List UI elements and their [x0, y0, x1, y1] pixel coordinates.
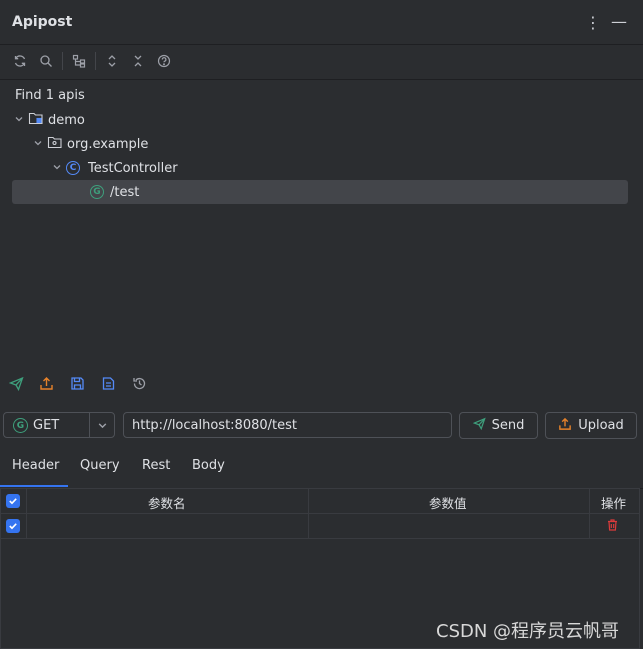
send-button-label: Send — [491, 418, 525, 433]
column-divider — [308, 514, 309, 539]
table-header-row — [0, 489, 640, 514]
chevron-down-icon[interactable] — [52, 162, 66, 175]
upload-icon — [558, 417, 572, 435]
column-divider — [26, 514, 27, 539]
upload-button[interactable]: Upload — [545, 412, 637, 439]
chevron-down-icon[interactable] — [97, 420, 108, 435]
module-folder-icon — [28, 111, 48, 129]
url-input[interactable]: http://localhost:8080/test — [123, 412, 452, 438]
chevron-down-icon[interactable] — [14, 114, 28, 127]
document-icon[interactable] — [101, 376, 117, 392]
select-all-checkbox[interactable] — [6, 494, 20, 508]
tree-node-controller[interactable]: C TestController — [52, 156, 178, 180]
method-value: GET — [33, 418, 60, 433]
toolbar-separator — [62, 52, 63, 70]
expand-all-icon[interactable] — [103, 52, 121, 70]
send-plane-icon[interactable] — [8, 376, 25, 392]
tab-query[interactable]: Query — [80, 458, 120, 473]
toolbar — [0, 45, 643, 80]
column-divider — [26, 489, 27, 514]
chevron-down-icon[interactable] — [33, 138, 47, 151]
select-divider — [89, 413, 90, 437]
param-name-input[interactable] — [30, 516, 304, 536]
param-value-input[interactable] — [312, 516, 586, 536]
tree-node-label: /test — [110, 184, 140, 200]
tab-body[interactable]: Body — [192, 458, 225, 473]
trash-icon[interactable] — [607, 519, 618, 535]
column-divider — [308, 489, 309, 514]
get-method-icon: G — [90, 185, 110, 199]
tree-node-demo[interactable]: demo — [14, 108, 85, 132]
search-icon[interactable] — [37, 52, 55, 70]
tree-node-endpoint[interactable]: G /test — [90, 180, 139, 204]
send-button[interactable]: Send — [459, 412, 538, 439]
panel-titlebar — [0, 0, 643, 45]
method-select[interactable]: G GET — [3, 412, 115, 438]
column-header-actions: 操作 — [601, 496, 627, 511]
tree-node-label: TestController — [88, 160, 178, 176]
tab-header[interactable]: Header — [12, 458, 59, 473]
tree-node-label: org.example — [67, 136, 149, 152]
tab-rest[interactable]: Rest — [142, 458, 170, 473]
history-icon[interactable] — [132, 376, 148, 392]
url-value: http://localhost:8080/test — [132, 417, 297, 433]
column-header-name: 参数名 — [148, 496, 186, 511]
tree-structure-icon[interactable] — [70, 52, 88, 70]
column-divider — [589, 514, 590, 539]
save-icon[interactable] — [70, 376, 86, 392]
tree-node-package[interactable]: org.example — [33, 132, 148, 156]
toolbar-separator — [95, 52, 96, 70]
active-tab-indicator — [0, 485, 68, 487]
help-icon[interactable] — [155, 52, 173, 70]
package-folder-icon — [47, 135, 67, 153]
column-header-value: 参数值 — [429, 496, 467, 511]
tree-node-label: demo — [48, 112, 85, 128]
upload-icon[interactable] — [39, 376, 55, 392]
search-result-summary: Find 1 apis — [15, 88, 85, 103]
upload-button-label: Upload — [578, 418, 624, 433]
refresh-icon[interactable] — [11, 52, 29, 70]
row-checkbox[interactable] — [6, 519, 20, 533]
watermark: CSDN @程序员云帆哥 — [436, 621, 620, 642]
minimize-icon[interactable]: — — [610, 12, 628, 31]
more-options-icon[interactable]: ⋮ — [584, 13, 602, 32]
class-icon: C — [66, 161, 88, 175]
collapse-all-icon[interactable] — [129, 52, 147, 70]
get-method-icon: G — [13, 418, 28, 433]
column-divider — [589, 489, 590, 514]
send-plane-icon — [472, 417, 486, 434]
panel-title: Apipost — [12, 14, 73, 30]
